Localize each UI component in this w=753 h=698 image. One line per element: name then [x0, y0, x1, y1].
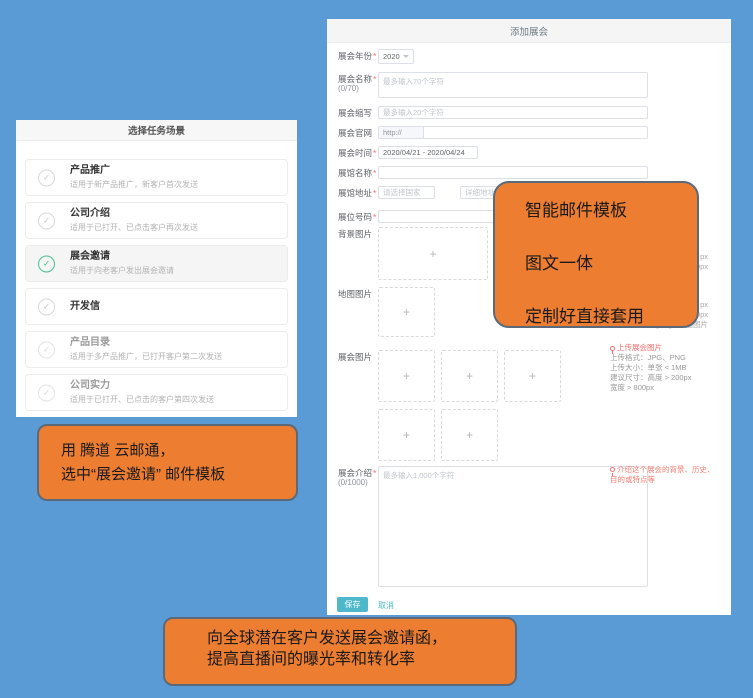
plus-icon: +: [466, 369, 473, 383]
photos-hint: 上传展会图片 上传格式：JPG、PNG上传大小：单张 < 1MB建议尺寸：高度 …: [610, 343, 720, 393]
plus-icon: +: [403, 305, 410, 319]
venue-label: 展馆名称*: [338, 166, 378, 178]
scenario-list: ✓ 产品推广 适用于新产品推广，新客户首次发送 ✓ 公司介绍 适用于已打开、已点…: [16, 141, 297, 411]
form-title: 添加展会: [327, 19, 731, 43]
website-input[interactable]: [424, 127, 647, 138]
scenario-panel: 选择任务场景 ✓ 产品推广 适用于新产品推广，新客户首次发送 ✓ 公司介绍 适用…: [16, 120, 297, 417]
scenario-card-desc: 适用于向老客户发出展会邀请: [70, 265, 287, 276]
intro-label: 展会介绍* (0/1000): [338, 466, 378, 488]
website-input-wrap: http://: [378, 126, 648, 139]
photo-grid: + + + + +: [378, 350, 570, 461]
address-label: 展馆地址*: [338, 186, 378, 198]
scenario-card-title: 产品目录: [70, 337, 287, 349]
photo-upload[interactable]: +: [441, 350, 498, 402]
name-input[interactable]: [378, 72, 648, 98]
callout-smart-template: 智能邮件模板图文一体定制好直接套用: [493, 181, 699, 328]
photo-upload[interactable]: +: [378, 350, 435, 402]
url-prefix: http://: [379, 127, 424, 138]
photo-upload[interactable]: +: [441, 409, 498, 461]
plus-icon: +: [466, 428, 473, 442]
intro-hint: 介绍这个展会的背景、历史、目的或特点等: [610, 465, 716, 485]
callout-send-tip: 向全球潜在客户发送展会邀请函，提高直播间的曝光率和转化率: [163, 617, 517, 686]
abbr-input[interactable]: [378, 106, 648, 119]
website-label: 展会官网: [338, 126, 378, 138]
check-circle-icon: ✓: [38, 341, 55, 358]
map-image-label: 地图图片: [338, 287, 378, 299]
photo-upload[interactable]: +: [378, 409, 435, 461]
check-circle-icon: ✓: [38, 298, 55, 315]
scenario-card[interactable]: ✓ 公司实力 适用于已打开、已点击的客户第四次发送: [25, 374, 288, 411]
scenario-card-title: 展会邀请: [70, 251, 287, 263]
tip-icon: [610, 346, 615, 351]
scenario-panel-title: 选择任务场景: [16, 120, 297, 141]
plus-icon: +: [429, 247, 436, 261]
country-input[interactable]: [378, 186, 435, 199]
photos-label: 展会图片: [338, 350, 378, 362]
scenario-card-desc: 适用于已打开、已点击的客户第四次发送: [70, 394, 287, 405]
scenario-card-desc: 适用于新产品推广，新客户首次发送: [70, 179, 287, 190]
check-circle-icon: ✓: [38, 169, 55, 186]
check-circle-icon: ✓: [38, 212, 55, 229]
bg-image-upload[interactable]: +: [378, 227, 488, 280]
scenario-card[interactable]: ✓ 开发信: [25, 288, 288, 325]
tip-icon: [610, 467, 615, 472]
scenario-card-title: 公司介绍: [70, 208, 287, 220]
plus-icon: +: [529, 369, 536, 383]
callout-select-tip: 用 腾道 云邮通，选中“展会邀请” 邮件模板: [37, 424, 298, 501]
abbr-label: 展会缩写: [338, 106, 378, 118]
intro-counter: (0/1000): [338, 478, 378, 488]
name-label: 展会名称* (0/70): [338, 72, 378, 94]
time-label: 展会时间*: [338, 146, 378, 158]
scenario-card-title: 公司实力: [70, 380, 287, 392]
intro-input[interactable]: [378, 466, 648, 587]
plus-icon: +: [403, 369, 410, 383]
scenario-card[interactable]: ✓ 产品目录 适用于多产品推广，已打开客户第二次发送: [25, 331, 288, 368]
plus-icon: +: [403, 428, 410, 442]
scenario-card-title: 产品推广: [70, 165, 287, 177]
booth-label: 展位号码*: [338, 210, 378, 222]
time-range-input[interactable]: [378, 146, 478, 159]
name-counter: (0/70): [338, 84, 378, 94]
check-circle-icon: ✓: [38, 384, 55, 401]
scenario-card[interactable]: ✓ 公司介绍 适用于已打开、已点击客户再次发送: [25, 202, 288, 239]
scenario-card-desc: 适用于多产品推广，已打开客户第二次发送: [70, 351, 287, 362]
map-image-upload[interactable]: +: [378, 287, 435, 337]
bg-image-label: 背景图片: [338, 227, 378, 239]
scenario-card[interactable]: ✓ 产品推广 适用于新产品推广，新客户首次发送: [25, 159, 288, 196]
scenario-card[interactable]: ✓ 展会邀请 适用于向老客户发出展会邀请: [25, 245, 288, 282]
venue-input[interactable]: [378, 166, 648, 179]
save-button[interactable]: 保存: [337, 597, 368, 612]
check-circle-icon: ✓: [38, 255, 55, 272]
photos-hint-title: 上传展会图片: [610, 343, 720, 353]
year-select[interactable]: 2020: [378, 49, 414, 64]
chevron-down-icon: [403, 55, 409, 58]
scenario-card-desc: 适用于已打开、已点击客户再次发送: [70, 222, 287, 233]
cancel-button[interactable]: 取消: [378, 600, 394, 611]
scenario-card-title: 开发信: [70, 301, 287, 313]
photo-upload[interactable]: +: [504, 350, 561, 402]
year-label: 展会年份*: [338, 49, 378, 61]
